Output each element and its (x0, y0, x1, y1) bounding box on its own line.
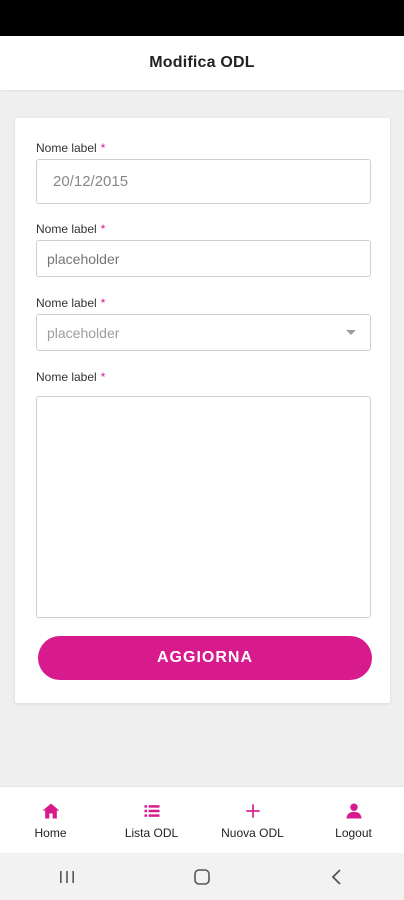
status-bar (0, 0, 404, 36)
recent-apps-button[interactable] (47, 857, 87, 897)
nav-label: Lista ODL (124, 825, 179, 840)
back-chevron-icon (331, 868, 341, 885)
back-button[interactable] (317, 857, 357, 897)
nav-label: Home (34, 825, 67, 840)
field-label-text: Nome label (36, 222, 97, 236)
required-marker: * (100, 222, 106, 236)
text-field[interactable] (36, 240, 371, 277)
required-marker: * (100, 370, 106, 384)
field-label-text: Nome label (36, 370, 97, 384)
home-icon (42, 803, 59, 818)
field-label: Nome label * (36, 296, 105, 310)
required-marker: * (100, 296, 106, 310)
home-system-button[interactable] (182, 857, 222, 897)
required-marker: * (100, 141, 106, 155)
select-value: placeholder (47, 324, 120, 341)
field-label-text: Nome label (36, 141, 97, 155)
app-header: Modifica ODL (0, 36, 404, 90)
field-label: Nome label * (36, 370, 105, 384)
nav-label: Logout (335, 825, 372, 840)
nav-label: Nuova ODL (221, 825, 284, 840)
bottom-nav: Home Lista ODL Nuova ODL Logout (0, 786, 404, 853)
update-button[interactable]: AGGIORNA (38, 636, 372, 680)
nav-item-home[interactable]: Home (0, 801, 101, 840)
nav-item-logout[interactable]: Logout (303, 801, 404, 840)
nav-item-nuova-odl[interactable]: Nuova ODL (202, 801, 303, 840)
dropdown-arrow-icon (346, 330, 356, 335)
recent-apps-icon (60, 870, 75, 883)
home-square-icon (194, 868, 210, 885)
date-field[interactable] (36, 159, 371, 204)
nav-item-lista-odl[interactable]: Lista ODL (101, 801, 202, 840)
user-icon (346, 803, 361, 818)
field-label: Nome label * (36, 222, 105, 236)
select-field[interactable]: placeholder (36, 314, 371, 351)
field-label-text: Nome label (36, 296, 97, 310)
field-label: Nome label * (36, 141, 105, 155)
page-title: Modifica ODL (149, 54, 255, 71)
plus-icon (245, 803, 260, 818)
list-icon (144, 804, 159, 817)
form-card: Nome label* Nome label* Nome label* plac… (15, 118, 390, 703)
system-nav-bar (0, 853, 404, 900)
textarea-field[interactable] (36, 396, 371, 618)
